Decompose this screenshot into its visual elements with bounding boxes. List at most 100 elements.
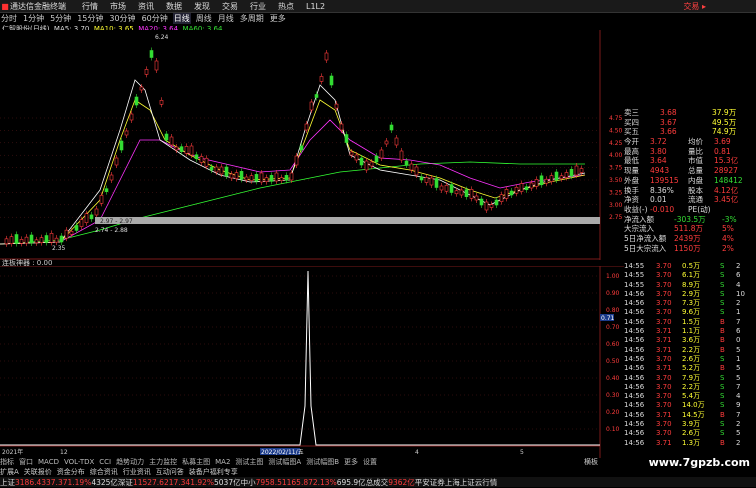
menu-item-market[interactable]: 市场 [110, 1, 126, 12]
tick-volume: 3.6万 [682, 336, 701, 345]
candle-body [354, 154, 359, 161]
quote-row: 买五 3.66 74.9万 [624, 127, 756, 137]
menu-item-quotes[interactable]: 行情 [82, 1, 98, 12]
tab-more[interactable]: 更多 [344, 457, 358, 467]
func-industry-news[interactable]: 行业资讯 [123, 467, 151, 477]
tick-row[interactable]: 14:56 3.70 5.4万 S 4 [624, 392, 756, 401]
flow-label: 5日大宗流入 [624, 243, 667, 253]
candle-body [579, 168, 584, 173]
tick-price: 3.71 [656, 438, 672, 447]
tab-vol[interactable]: VOL-TDX [64, 458, 94, 466]
tick-row[interactable]: 14:56 3.70 2.6万 S 1 [624, 355, 756, 364]
horizontal-tag[interactable]: 横板 [584, 457, 598, 467]
date-tick: 2021年 [2, 448, 23, 456]
period-tab[interactable]: 多周期 [239, 13, 265, 24]
period-tab[interactable]: 周线 [195, 13, 213, 24]
tick-side: S [720, 401, 725, 410]
candle-body [79, 219, 84, 227]
menu-item-trade[interactable]: 交易 [222, 1, 238, 12]
menu-item-discover[interactable]: 发现 [194, 1, 210, 12]
tick-row[interactable]: 14:56 3.70 7.9万 S 5 [624, 374, 756, 383]
tick-volume: 6.1万 [682, 271, 701, 280]
tick-row[interactable]: 14:56 3.70 1.5万 B 7 [624, 318, 756, 327]
tick-row[interactable]: 14:56 3.70 3.9万 S 2 [624, 420, 756, 429]
tick-row[interactable]: 14:56 3.71 14.5万 B 7 [624, 411, 756, 420]
kline-chart[interactable]: 2.97 - 2.97 6.24 2.74 - 2.88 2.35 4.754.… [0, 30, 624, 260]
tick-row[interactable]: 14:56 3.70 2.2万 S 7 [624, 383, 756, 392]
tab-settings[interactable]: 设置 [363, 457, 377, 467]
func-welfare[interactable]: 装备户福利专享 [189, 467, 238, 477]
tick-row[interactable]: 14:56 3.71 1.3万 B 2 [624, 439, 756, 448]
quote-label: 现量 [624, 166, 639, 176]
candle-body [524, 186, 529, 191]
tab-test-b[interactable]: 测试幅图B [306, 457, 339, 467]
period-tab[interactable]: 1分钟 [22, 13, 45, 24]
period-tab[interactable]: 更多 [269, 13, 287, 24]
tab-main-monitor[interactable]: 主力监控 [149, 457, 177, 467]
tick-row[interactable]: 14:56 3.71 3.6万 B 0 [624, 336, 756, 345]
sub-indicator-chart[interactable]: 0.71 1.00 0.90 0.80 0.70 0.60 0.50 0.40 0.30 0.2… [0, 266, 624, 458]
menu-bar: ■ 通达信金融终端 行情 市场 资讯 数据 发现 交易 行业 热点 L1L2 交… [0, 0, 756, 13]
func-qa[interactable]: 互动问答 [156, 467, 184, 477]
tick-row[interactable]: 14:56 3.70 9.6万 S 1 [624, 308, 756, 317]
func-news[interactable]: 综合资讯 [90, 467, 118, 477]
index-value: 7958.51 [255, 477, 287, 487]
func-ext-a[interactable]: 扩展A [0, 467, 19, 477]
tab-ma2[interactable]: MA2 [215, 458, 230, 466]
func-fund-dist[interactable]: 资金分布 [57, 467, 85, 477]
menu-item-news[interactable]: 资讯 [138, 1, 154, 12]
tab-private[interactable]: 私募主图 [182, 457, 210, 467]
tick-row[interactable]: 14:56 3.70 14.0万 S 9 [624, 401, 756, 410]
period-tab[interactable]: 分时 [0, 13, 18, 24]
tick-row[interactable]: 14:56 3.70 7.3万 S 2 [624, 299, 756, 308]
tab-indicator[interactable]: 指标 [0, 457, 14, 467]
menu-item-hotspot[interactable]: 热点 [278, 1, 294, 12]
quote-label: 最高 [624, 146, 639, 156]
tab-test-main[interactable]: 测试主图 [235, 457, 263, 467]
candle-body [514, 186, 519, 194]
tick-row[interactable]: 14:55 3.70 0.5万 S 2 [624, 262, 756, 271]
tab-cci[interactable]: CCI [99, 458, 111, 466]
tab-macd[interactable]: MACD [38, 458, 59, 466]
tick-volume: 2.6万 [682, 354, 701, 363]
tab-trend[interactable]: 趋势动力 [116, 457, 144, 467]
tab-test-a[interactable]: 测试幅图A [268, 457, 301, 467]
tick-volume: 0.5万 [682, 262, 701, 270]
period-tab[interactable]: 5分钟 [49, 13, 72, 24]
menu-item-l1l2[interactable]: L1L2 [306, 2, 325, 11]
quote-value-2: 0.81 [714, 146, 731, 156]
period-tab[interactable]: 月线 [217, 13, 235, 24]
period-tab[interactable]: 15分钟 [76, 13, 104, 24]
tick-row[interactable]: 14:56 3.70 2.9万 S 10 [624, 290, 756, 299]
func-related-quote[interactable]: 关联报价 [24, 467, 52, 477]
menu-item-data[interactable]: 数据 [166, 1, 182, 12]
candle-body [244, 176, 249, 181]
tick-side: S [720, 354, 725, 363]
marker-value: 0.71 [601, 315, 615, 322]
tick-row[interactable]: 14:56 3.70 2.6万 S 5 [624, 429, 756, 438]
tick-row[interactable]: 14:56 3.71 2.2万 B 5 [624, 346, 756, 355]
tick-list[interactable]: 14:55 3.70 0.5万 S 2 14:55 3.70 6.1万 S 6 14:55 3.70 8… [624, 262, 756, 448]
tick-price: 3.70 [656, 354, 672, 363]
tick-row[interactable]: 14:55 3.70 8.9万 S 4 [624, 281, 756, 290]
trade-link[interactable]: 交易 ▸ [683, 1, 706, 12]
candle-body [154, 60, 159, 71]
period-tab[interactable]: 30分钟 [108, 13, 136, 24]
tick-row[interactable]: 14:56 3.71 1.1万 B 6 [624, 327, 756, 336]
menu-item-industry[interactable]: 行业 [250, 1, 266, 12]
candle-body [99, 195, 104, 204]
tick-row[interactable]: 14:55 3.70 6.1万 S 6 [624, 271, 756, 280]
tick-side: B [720, 317, 725, 326]
tick-side: S [720, 289, 725, 298]
period-tab[interactable]: 60分钟 [141, 13, 169, 24]
tab-window[interactable]: 窗口 [19, 457, 33, 467]
candle-body [74, 225, 79, 231]
candle-body [139, 86, 144, 91]
period-tab-selected[interactable]: 日线 [172, 12, 191, 24]
sub-tick-label: 0.30 [606, 392, 620, 399]
candle-body [304, 123, 309, 131]
candle-body [544, 178, 549, 184]
price-axis: 4.75 4.50 4.25 4.00 3.75 3.50 3.25 3.00 2.75 [609, 115, 623, 221]
tick-price: 3.71 [656, 345, 672, 354]
tick-row[interactable]: 14:56 3.71 5.2万 B 5 [624, 364, 756, 373]
